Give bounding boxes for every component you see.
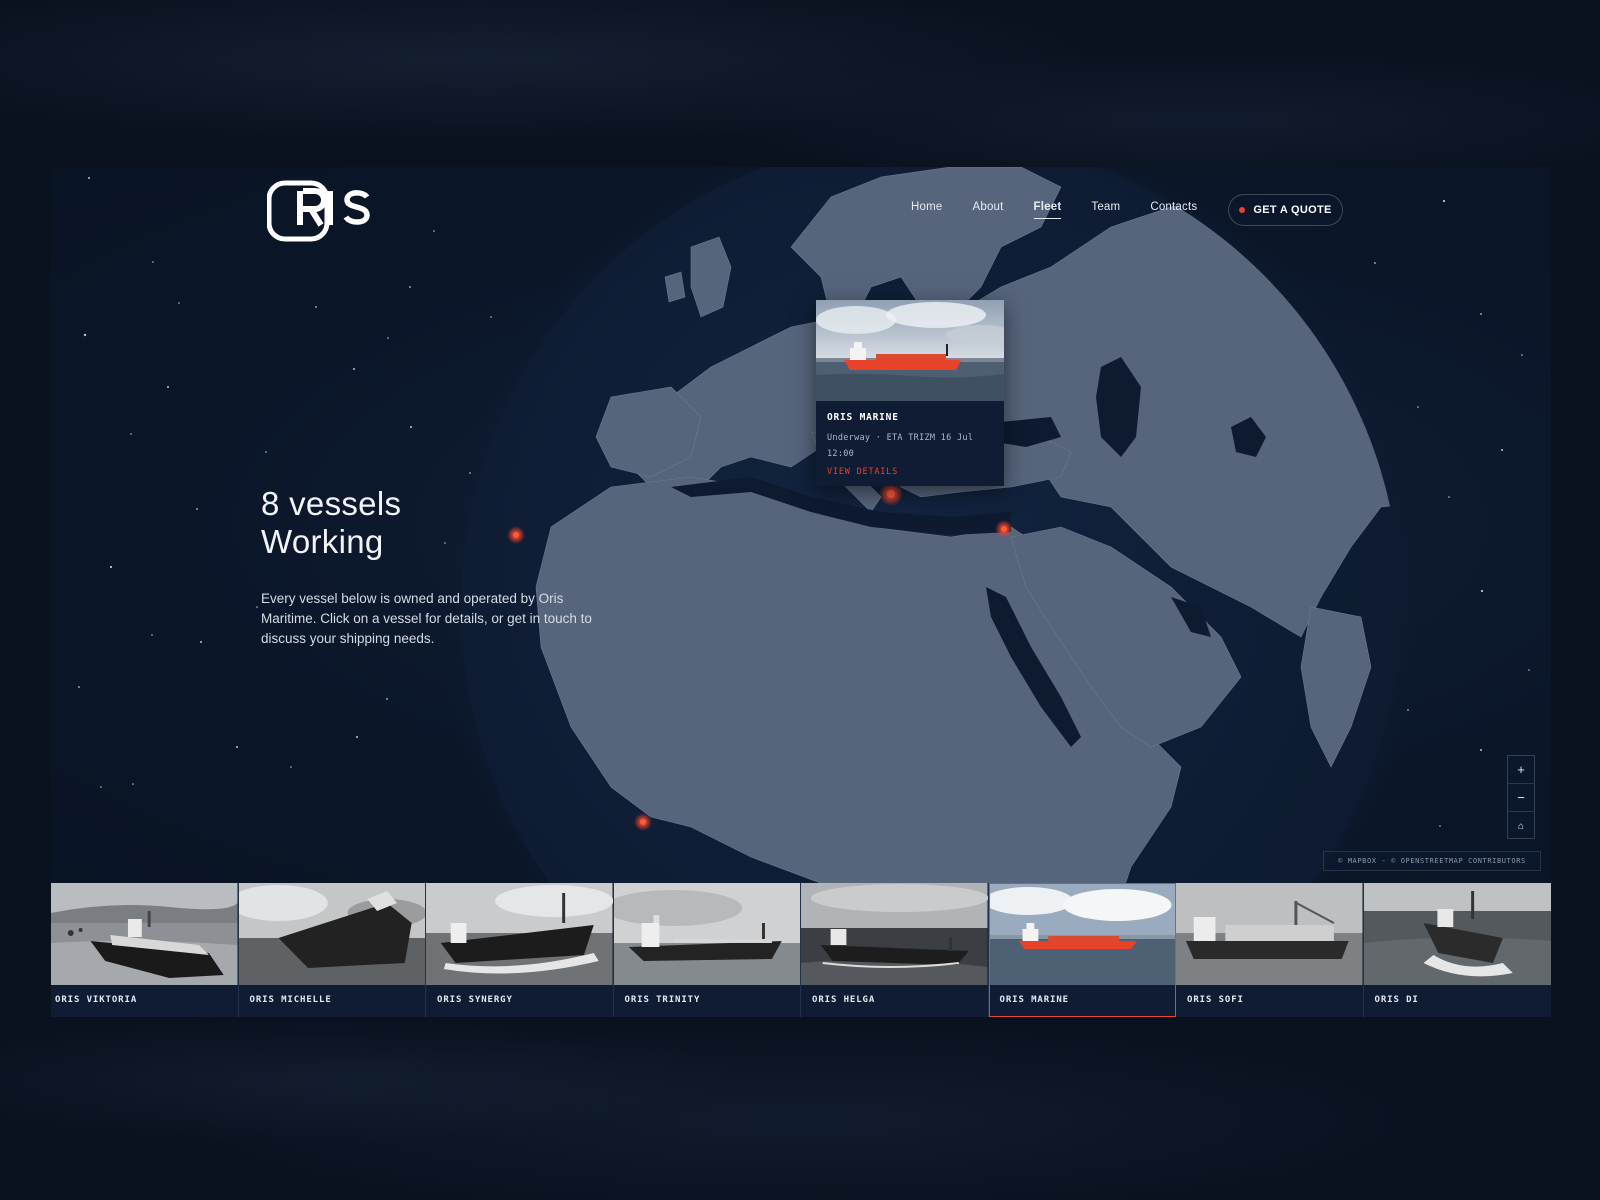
- get-a-quote-button[interactable]: GET A QUOTE: [1228, 194, 1343, 226]
- vessel-photo: [613, 883, 800, 985]
- vessel-photo: [51, 883, 238, 985]
- app-frame: Home About Fleet Team Contacts GET A QUO…: [51, 167, 1551, 1017]
- vessel-name: ORIS SYNERGY: [437, 995, 513, 1005]
- vessel-photo: [988, 883, 1175, 985]
- nav-contacts[interactable]: Contacts: [1150, 201, 1197, 219]
- vessel-card-marine[interactable]: ORIS MARINE: [988, 883, 1176, 1017]
- vessel-name: ORIS DI: [1374, 995, 1419, 1005]
- hero-description: Every vessel below is owned and operated…: [261, 591, 592, 646]
- accent-dot-icon: [1239, 207, 1246, 213]
- nav-fleet[interactable]: Fleet: [1033, 201, 1062, 219]
- vessel-card-viktoria[interactable]: ORIS VIKTORIA: [51, 883, 239, 1017]
- popup-vessel-name: ORIS MARINE: [827, 412, 899, 423]
- vessel-name: ORIS SOFI: [1187, 995, 1244, 1005]
- vessel-name: ORIS VIKTORIA: [55, 995, 138, 1005]
- popup-status: Underway · ETA TRIZM 16 Jul 12:00: [827, 433, 974, 459]
- vessel-card-sofi[interactable]: ORIS SOFI: [1176, 883, 1364, 1017]
- view-details-link[interactable]: VIEW DETAILS: [827, 467, 898, 477]
- vessel-card-helga[interactable]: ORIS HELGA: [801, 883, 989, 1017]
- vessel-photo: [1176, 883, 1363, 985]
- vessel-photo: [801, 883, 988, 985]
- hero-title: 8 vessels Working: [261, 485, 521, 561]
- map-controls: + − ⌂: [1507, 755, 1535, 839]
- globe-map[interactable]: Home About Fleet Team Contacts GET A QUO…: [51, 167, 1551, 883]
- zoom-in-button[interactable]: +: [1508, 756, 1534, 784]
- vessel-card-synergy[interactable]: ORIS SYNERGY: [426, 883, 614, 1017]
- vessel-name: ORIS TRINITY: [624, 995, 701, 1005]
- nav-about[interactable]: About: [972, 201, 1003, 219]
- vessel-photo: [238, 883, 425, 985]
- hero-title-line2: Working: [261, 523, 384, 560]
- vessel-card-michelle[interactable]: ORIS MICHELLE: [238, 883, 426, 1017]
- vessel-card-trinity[interactable]: ORIS TRINITY: [613, 883, 801, 1017]
- reset-view-icon[interactable]: ⌂: [1508, 812, 1534, 840]
- hero-title-line1: 8 vessels: [261, 485, 402, 522]
- vessel-photo: [1363, 883, 1551, 985]
- vessel-name: ORIS MICHELLE: [249, 995, 332, 1005]
- vessel-strip: ORIS VIKTORIA ORIS MICHELLE ORIS SYNERGY: [51, 883, 1551, 1017]
- oris-logo[interactable]: [267, 179, 371, 243]
- quote-label: GET A QUOTE: [1253, 204, 1332, 216]
- vessel-photo: [426, 883, 613, 985]
- vessel-card-di[interactable]: ORIS DI: [1363, 883, 1551, 1017]
- main-nav: Home About Fleet Team Contacts: [911, 201, 1227, 219]
- vessel-name: ORIS HELGA: [812, 995, 876, 1005]
- popup-vessel-photo: [816, 300, 1004, 401]
- map-attribution[interactable]: © MAPBOX - © OPENSTREETMAP CONTRIBUTORS: [1323, 851, 1541, 871]
- nav-home[interactable]: Home: [911, 201, 942, 219]
- vessel-popup[interactable]: ORIS MARINE Underway · ETA TRIZM 16 Jul …: [816, 300, 1004, 486]
- zoom-out-button[interactable]: −: [1508, 784, 1534, 812]
- nav-team[interactable]: Team: [1091, 201, 1120, 219]
- vessel-name: ORIS MARINE: [999, 995, 1070, 1005]
